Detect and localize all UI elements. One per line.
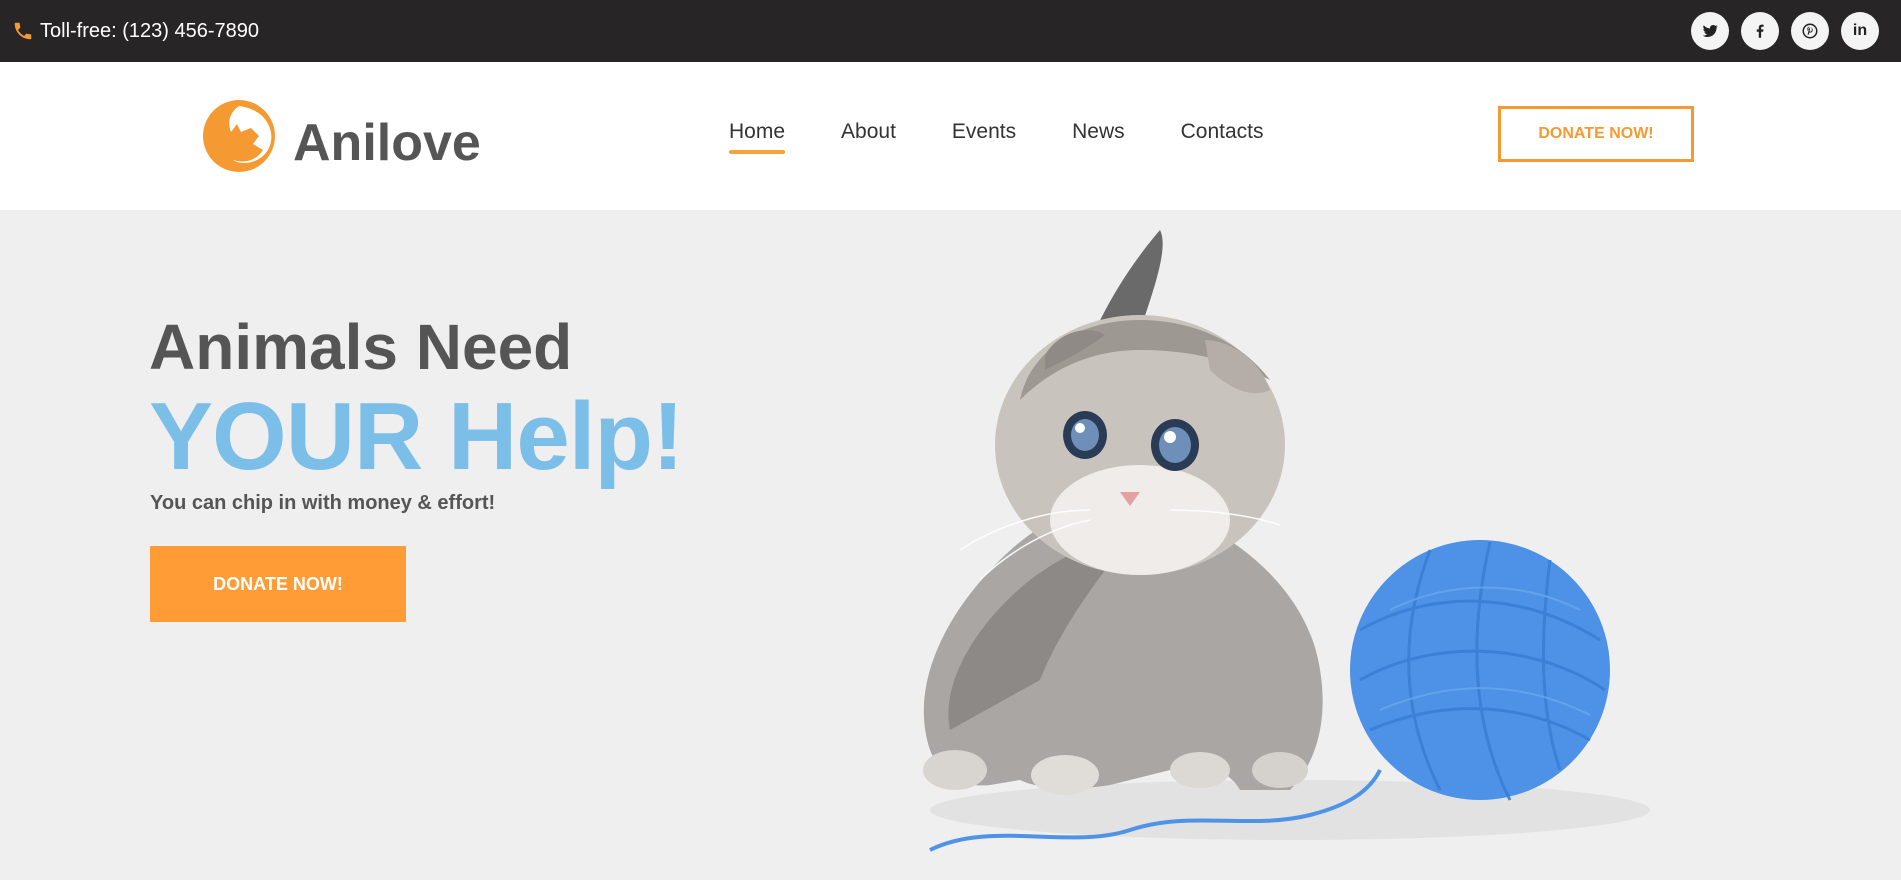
- hero-subtitle: You can chip in with money & effort!: [150, 492, 496, 514]
- top-bar: Toll-free: (123) 456-7890 in: [0, 0, 1901, 62]
- hero-section: Animals Need YOUR Help! You can chip in …: [0, 210, 1901, 880]
- phone-contact[interactable]: Toll-free: (123) 456-7890: [12, 17, 259, 45]
- facebook-icon[interactable]: [1741, 12, 1779, 50]
- nav-about[interactable]: About: [841, 120, 896, 154]
- social-links: in: [1691, 12, 1879, 50]
- logo[interactable]: Anilove: [199, 96, 481, 176]
- hero-donate-button[interactable]: DONATE NOW!: [150, 546, 406, 622]
- phone-icon: [12, 20, 34, 42]
- twitter-icon[interactable]: [1691, 12, 1729, 50]
- nav-home[interactable]: Home: [729, 120, 786, 154]
- site-header: Anilove Home About Events News Contacts …: [0, 62, 1901, 210]
- nav-events[interactable]: Events: [952, 120, 1016, 154]
- nav-news[interactable]: News: [1072, 120, 1125, 154]
- kitten-image: [923, 230, 1650, 852]
- hero-title-line1: Animals Need: [149, 311, 573, 383]
- phone-text: Toll-free: (123) 456-7890: [40, 19, 260, 42]
- pinterest-icon[interactable]: [1791, 12, 1829, 50]
- main-nav: Home About Events News Contacts: [729, 120, 1264, 154]
- header-donate-button[interactable]: DONATE NOW!: [1498, 106, 1694, 162]
- nav-contacts[interactable]: Contacts: [1181, 120, 1264, 154]
- linkedin-icon[interactable]: in: [1841, 12, 1879, 50]
- logo-text: Anilove: [293, 114, 481, 172]
- hero-title-line2: YOUR Help!: [149, 383, 684, 490]
- logo-icon: [199, 96, 279, 176]
